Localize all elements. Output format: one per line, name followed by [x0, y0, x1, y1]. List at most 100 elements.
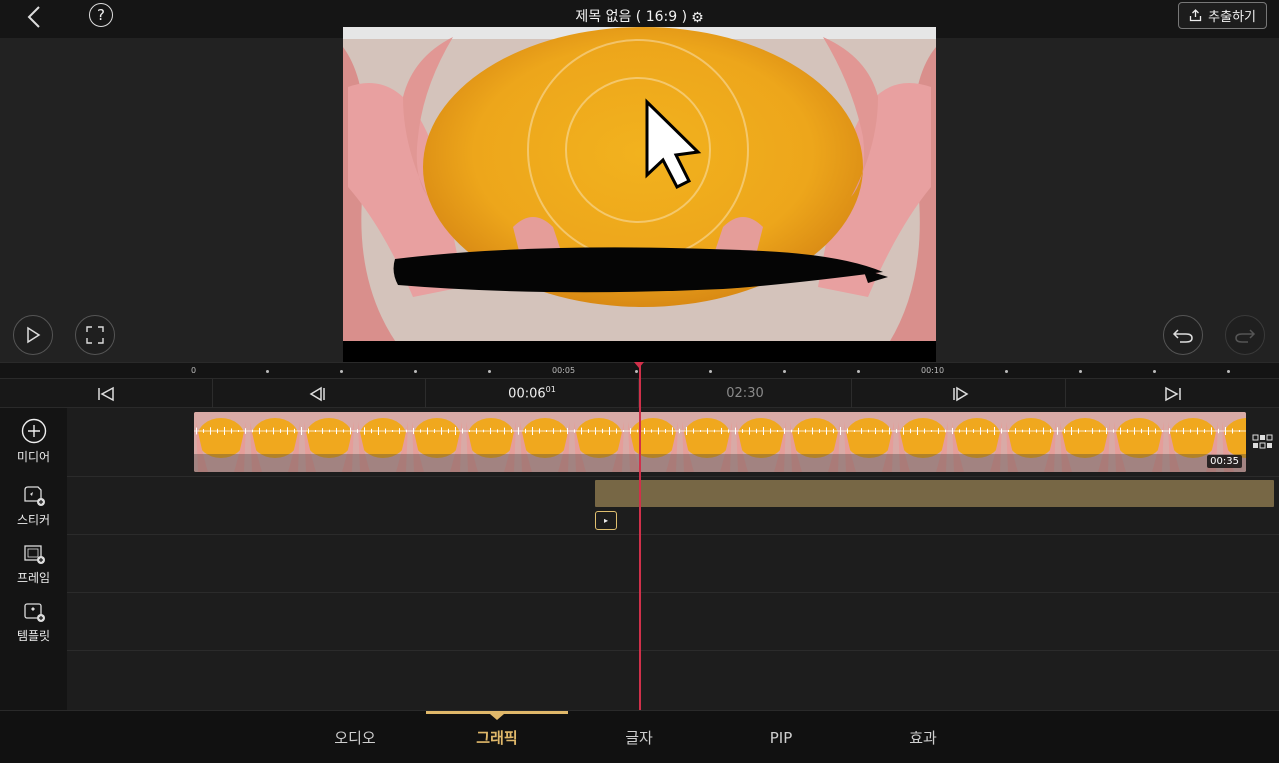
waveform-bar	[994, 427, 995, 435]
waveform-bar	[749, 427, 750, 435]
fullscreen-icon	[86, 326, 104, 344]
waveform-bar	[630, 428, 631, 434]
export-button[interactable]: 추출하기	[1178, 2, 1267, 29]
grid-view-icon[interactable]	[1252, 434, 1274, 450]
redo-button[interactable]	[1225, 315, 1265, 355]
waveform-bar	[1148, 427, 1149, 435]
waveform-bar	[469, 430, 470, 432]
waveform-bar	[322, 428, 323, 434]
waveform-bar	[1176, 429, 1177, 433]
waveform-bar	[1190, 429, 1191, 433]
waveform-bar	[728, 429, 729, 433]
video-clip[interactable]: 00:35	[194, 412, 1246, 472]
tab-effect-label: 효과	[909, 729, 937, 747]
timeline-tracks[interactable]: 00:35 ▸	[67, 408, 1279, 710]
sticker-clip[interactable]	[595, 480, 1274, 507]
waveform-bar	[392, 430, 393, 432]
waveform-bar	[826, 427, 827, 435]
total-time: 02:30	[639, 379, 852, 408]
waveform-bar	[336, 427, 337, 435]
frame-icon	[23, 545, 45, 564]
waveform-bar	[973, 429, 974, 433]
share-icon	[1190, 9, 1202, 22]
playhead[interactable]	[639, 362, 641, 710]
clip-thumbnail	[518, 412, 572, 472]
tool-template[interactable]: 템플릿	[0, 601, 67, 644]
waveform-bar	[784, 428, 785, 434]
tab-pip-label: PIP	[769, 728, 793, 747]
prev-frame-button[interactable]	[213, 379, 426, 408]
ruler-label-0: 0	[191, 366, 197, 375]
preview-letterbox	[343, 341, 936, 362]
tab-pip[interactable]: PIP	[710, 711, 852, 763]
waveform-bar	[987, 428, 988, 434]
play-button[interactable]	[13, 315, 53, 355]
current-time: 00:0601	[426, 379, 639, 408]
waveform-bar	[462, 428, 463, 434]
jump-end-button[interactable]	[1066, 379, 1279, 408]
gear-icon[interactable]: ⚙	[691, 10, 704, 26]
waveform-bar	[917, 427, 918, 435]
waveform-bar	[448, 428, 449, 434]
waveform-bar	[266, 429, 267, 433]
sticker-keyframe-handle[interactable]: ▸	[595, 511, 617, 530]
project-title-text: 제목 없음 ( 16:9 )	[575, 9, 688, 25]
undo-button[interactable]	[1163, 315, 1203, 355]
tool-media[interactable]: 미디어	[0, 418, 67, 465]
step-back-icon	[309, 386, 325, 401]
waveform-bar	[847, 428, 848, 434]
waveform-bar	[581, 427, 582, 435]
waveform-bar	[532, 427, 533, 435]
waveform-bar	[539, 428, 540, 434]
tab-effect[interactable]: 효과	[852, 711, 994, 763]
waveform-bar	[1127, 429, 1128, 433]
waveform-bar	[1162, 430, 1163, 432]
waveform-bar	[560, 429, 561, 433]
waveform-bar	[1057, 427, 1058, 435]
preview-area	[0, 27, 1279, 362]
clip-thumbnail	[896, 412, 950, 472]
ruler-dot	[857, 370, 860, 373]
tab-graphic[interactable]: 그래픽	[426, 711, 568, 763]
waveform-bar	[714, 429, 715, 433]
tool-frame[interactable]: 프레임	[0, 543, 67, 586]
video-preview[interactable]	[343, 27, 936, 352]
waveform-bar	[1225, 427, 1226, 435]
ruler-dot	[709, 370, 712, 373]
waveform-bar	[1092, 428, 1093, 434]
empty-track	[67, 651, 1279, 710]
waveform-bar	[798, 427, 799, 435]
tab-audio[interactable]: 오디오	[284, 711, 426, 763]
playhead-marker[interactable]	[634, 362, 644, 368]
waveform-bar	[812, 427, 813, 435]
project-title[interactable]: 제목 없음 ( 16:9 ) ⚙	[0, 6, 1279, 26]
waveform-bar	[679, 428, 680, 434]
waveform-bar	[756, 428, 757, 434]
tab-text[interactable]: 글자	[568, 711, 710, 763]
clip-thumbnail	[680, 412, 734, 472]
export-label: 추출하기	[1208, 10, 1256, 25]
waveform-bar	[1064, 428, 1065, 434]
ruler-dot	[488, 370, 491, 373]
ruler-dot	[783, 370, 786, 373]
clip-thumbnail	[410, 412, 464, 472]
clip-thumbnail	[788, 412, 842, 472]
waveform-bar	[259, 427, 260, 435]
ruler-dot	[1153, 370, 1156, 373]
waveform-bar	[1099, 429, 1100, 433]
waveform-bar	[329, 429, 330, 433]
tool-sticker[interactable]: 스티커	[0, 485, 67, 528]
jump-start-button[interactable]	[0, 379, 213, 408]
waveform-bar	[791, 429, 792, 433]
play-icon	[27, 326, 41, 344]
clip-thumbnail	[572, 412, 626, 472]
waveform-bar	[1232, 428, 1233, 434]
next-frame-button[interactable]	[852, 379, 1066, 408]
clip-duration: 00:35	[1207, 455, 1242, 468]
waveform-bar	[672, 427, 673, 435]
fullscreen-button[interactable]	[75, 315, 115, 355]
waveform-bar	[686, 427, 687, 435]
waveform-bar	[238, 430, 239, 432]
clip-thumbnail	[734, 412, 788, 472]
waveform-bar	[350, 427, 351, 435]
